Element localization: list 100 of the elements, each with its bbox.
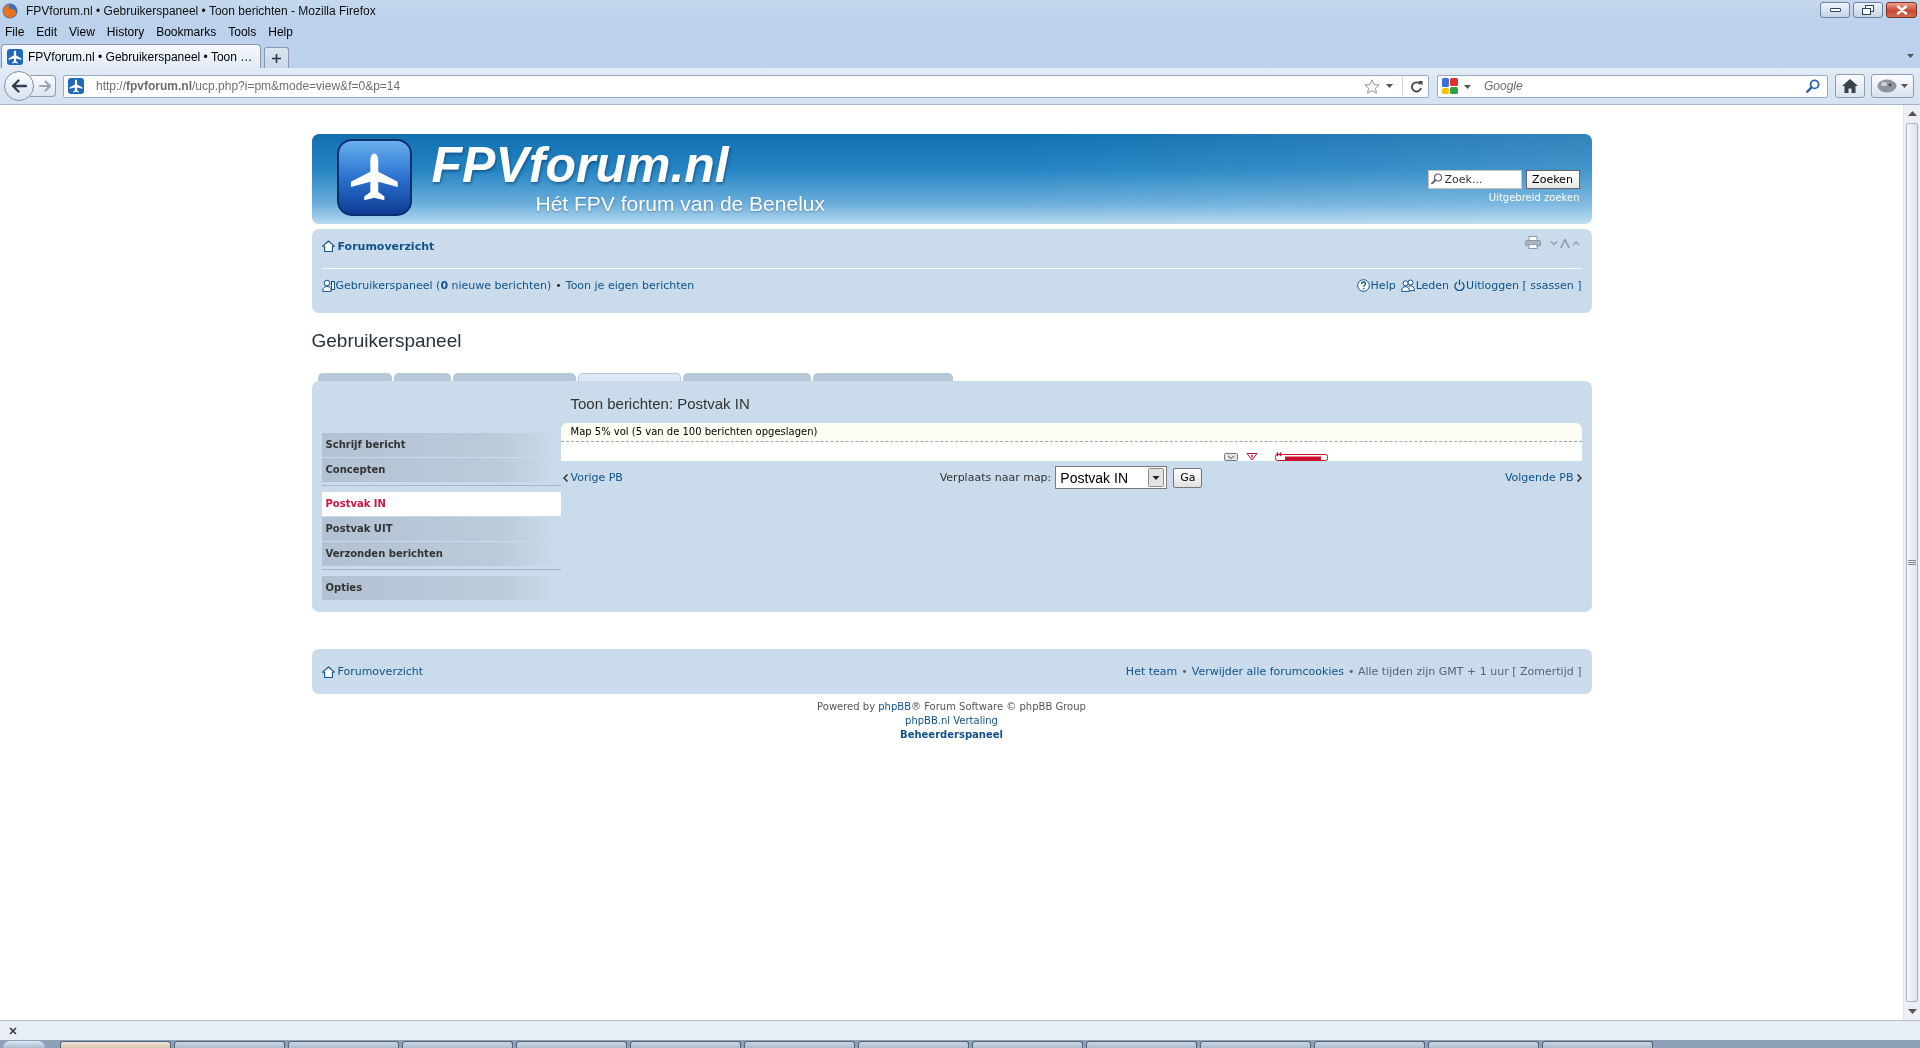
chevron-right-icon (1576, 473, 1582, 482)
minimize-button[interactable] (1820, 2, 1850, 18)
breadcrumb-link[interactable]: Forumoverzicht (321, 239, 435, 253)
footer-text: • Alle tijden zijn GMT + 1 uur [ Zomertijd ] (1347, 665, 1582, 678)
members-icon (1400, 278, 1415, 292)
taskbar-button[interactable] (1542, 1041, 1653, 1048)
search-icon (1430, 173, 1442, 184)
taskbar-button[interactable] (1314, 1041, 1425, 1048)
phpbb-link[interactable]: phpBB (878, 701, 911, 712)
caret-icon[interactable] (1464, 84, 1471, 89)
powered-by-text: Powered by phpBB® Forum Software © phpBB Group (816, 700, 1087, 714)
power-icon (1454, 279, 1466, 291)
close-button[interactable] (1886, 2, 1917, 18)
vertical-scrollbar[interactable] (1903, 105, 1920, 1020)
star-icon[interactable] (1364, 78, 1380, 94)
taskbar-button[interactable] (630, 1041, 741, 1048)
window-title: FPVforum.nl • Gebruikerspaneel • Toon berichten - Mozilla Firefox (26, 3, 377, 18)
nav-link[interactable]: Leden (1400, 278, 1450, 292)
search-engine-icon[interactable] (1442, 77, 1458, 94)
go-button[interactable]: Ga (1173, 467, 1203, 488)
taskbar-button[interactable] (402, 1041, 513, 1048)
browser-tab[interactable]: FPVforum.nl • Gebruikerspaneel • Toon … (1, 44, 262, 68)
airplane-icon (7, 48, 23, 65)
menu-item[interactable]: History (106, 25, 145, 39)
back-button[interactable] (4, 71, 34, 101)
page-heading: Gebruikerspaneel (311, 329, 463, 353)
new-tab-button[interactable] (264, 47, 290, 68)
admin-panel-link[interactable]: Beheerderspaneel (900, 729, 1003, 740)
print-icon[interactable] (1524, 236, 1541, 249)
caret-down-icon (1907, 1009, 1917, 1014)
addon-button[interactable] (1871, 74, 1914, 98)
nav-link[interactable]: Toon je eigen berichten (565, 278, 695, 292)
maximize-icon (1862, 5, 1874, 15)
scrollbar-thumb[interactable] (1906, 123, 1918, 1002)
maximize-button[interactable] (1853, 2, 1883, 18)
plus-icon (272, 53, 282, 63)
arrow-right-icon (38, 80, 51, 92)
close-icon[interactable] (9, 1026, 17, 1035)
start-button[interactable] (3, 1041, 45, 1048)
addon-icon (1877, 79, 1897, 93)
user-icon (321, 278, 335, 292)
caret-icon[interactable] (1386, 84, 1393, 88)
sidebar-item[interactable]: Postvak IN (321, 492, 561, 516)
help-icon (1356, 278, 1370, 292)
section-title: Toon berichten: Postvak IN (570, 394, 751, 414)
airplane-logo-icon[interactable] (336, 139, 412, 216)
menu-item[interactable]: Help (268, 25, 293, 39)
home-icon (321, 240, 335, 252)
taskbar-button[interactable] (1428, 1041, 1539, 1048)
home-icon (1842, 79, 1858, 93)
taskbar-button[interactable] (858, 1041, 969, 1048)
close-icon (1895, 5, 1908, 15)
caret-icon[interactable] (1907, 53, 1914, 58)
arrow-left-icon (11, 79, 27, 93)
next-link[interactable]: Volgende PB (1504, 471, 1582, 484)
nav-link[interactable]: Help (1356, 278, 1396, 292)
move-label: Verplaats naar map: (939, 471, 1052, 484)
footer-link[interactable]: Verwijder alle forumcookies (1191, 665, 1344, 678)
taskbar-button[interactable] (288, 1041, 399, 1048)
caret-icon (1901, 84, 1908, 88)
taskbar-button[interactable] (174, 1041, 285, 1048)
taskbar-button[interactable] (972, 1041, 1083, 1048)
taskbar-button[interactable] (60, 1041, 171, 1048)
menu-item[interactable]: Edit (36, 25, 58, 39)
search-field[interactable]: Google (1437, 74, 1828, 98)
warning-icon[interactable] (1245, 453, 1258, 461)
nav-link[interactable]: Uitloggen [ ssassen ] (1454, 278, 1582, 292)
menu-item[interactable]: Bookmarks (156, 25, 217, 39)
menu-item[interactable]: View (69, 25, 95, 39)
quote-icon[interactable] (1274, 452, 1328, 461)
footer-link[interactable]: Het team (1125, 665, 1178, 678)
translation-link[interactable]: phpBB.nl Vertaling (905, 715, 998, 726)
airplane-icon[interactable] (68, 78, 84, 94)
folder-select[interactable]: Postvak IN (1055, 466, 1168, 489)
menu-item[interactable]: File (5, 25, 25, 39)
nav-link[interactable]: Gebruikerspaneel (0 nieuwe berichten) (321, 278, 552, 292)
menu-item[interactable]: Tools (228, 25, 257, 39)
grip-icon (1908, 560, 1916, 565)
caret-up-icon (1907, 111, 1917, 116)
taskbar-button[interactable] (1086, 1041, 1197, 1048)
separator-text: • (555, 278, 562, 292)
search-button[interactable]: Zoeken (1525, 170, 1580, 189)
taskbar-button[interactable] (744, 1041, 855, 1048)
site-title: FPVforum.nl (431, 139, 731, 191)
site-tagline: Hét FPV forum van de Benelux (535, 192, 825, 216)
minimize-icon (1829, 8, 1841, 12)
search-icon[interactable] (1806, 78, 1820, 93)
home-button[interactable] (1835, 74, 1865, 98)
reload-icon[interactable] (1410, 79, 1423, 93)
search-field[interactable]: Zoek... (1427, 170, 1522, 189)
previous-link[interactable]: Vorige PB (562, 471, 623, 484)
home-icon (321, 665, 335, 678)
taskbar-button[interactable] (1200, 1041, 1311, 1048)
footer-text: • (1181, 665, 1188, 678)
breadcrumb-link[interactable]: Forumoverzicht (321, 665, 424, 678)
folder-usage-text: Map 5% vol (5 van de 100 berichten opgeslagen) (560, 423, 1582, 442)
app-icon (2, 2, 18, 19)
taskbar-button[interactable] (516, 1041, 627, 1048)
report-icon[interactable] (1223, 453, 1238, 461)
address-field[interactable]: http://fpvforum.nl/ucp.php?i=pm&mode=view&f=0&p=14 (63, 74, 1429, 98)
